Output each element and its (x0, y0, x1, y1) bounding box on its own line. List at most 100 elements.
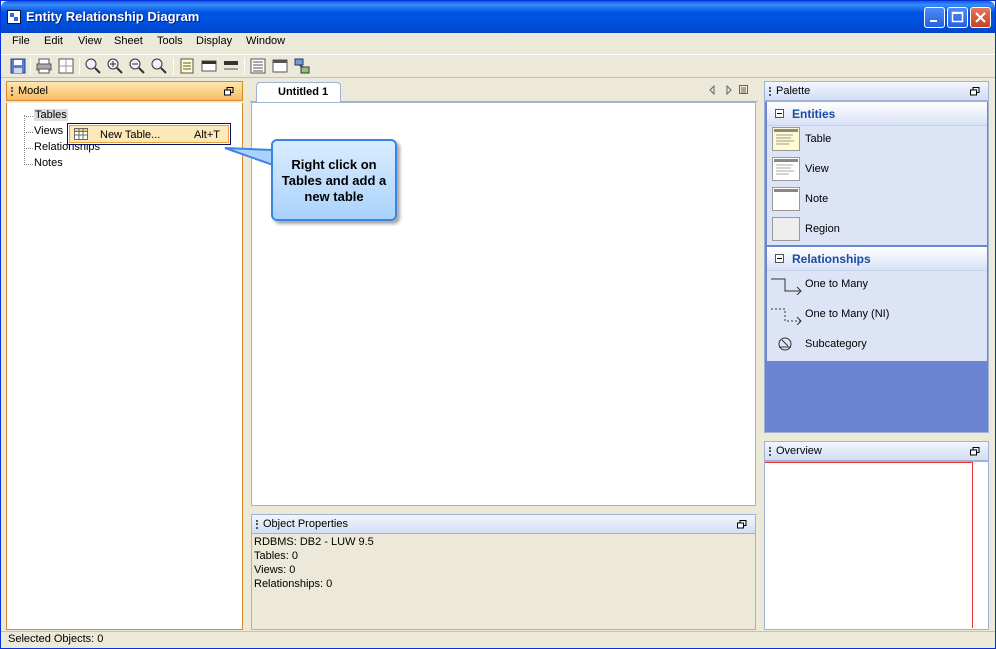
print-icon[interactable] (36, 58, 52, 74)
zoom-in-icon[interactable] (107, 58, 123, 74)
callout-pointer (224, 147, 274, 167)
zoom-actual-icon[interactable] (151, 58, 167, 74)
drag-grip-icon[interactable] (256, 520, 258, 529)
entities-title: Entities (792, 107, 836, 121)
menu-sheet[interactable]: Sheet (114, 35, 143, 47)
view-thumbnail-icon (772, 157, 800, 181)
drag-grip-icon[interactable] (769, 87, 771, 96)
tree-connector (24, 164, 33, 165)
maximize-button[interactable] (947, 7, 968, 28)
drag-grip-icon[interactable] (11, 87, 13, 96)
relationships-title: Relationships (792, 252, 871, 266)
toolbar-separator (173, 58, 174, 75)
status-text: Selected Objects: 0 (8, 633, 104, 645)
palette-item-one-to-many-ni[interactable]: One to Many (NI) (805, 308, 889, 320)
save-icon[interactable] (10, 58, 26, 74)
diagram-icon[interactable] (294, 58, 310, 74)
instruction-callout: Right click on Tables and add a new tabl… (271, 139, 397, 221)
callout-text: Right click on Tables and add a new tabl… (281, 157, 387, 204)
prop-tables: Tables: 0 (254, 550, 299, 562)
overview-title: Overview (776, 445, 822, 457)
maximize-icon (951, 11, 964, 23)
tab-untitled-1[interactable]: Untitled 1 (256, 82, 341, 103)
close-button[interactable] (970, 7, 991, 28)
menu-tools[interactable]: Tools (157, 35, 183, 47)
region-thumbnail-icon (772, 217, 800, 241)
restore-panel-icon[interactable] (224, 87, 234, 96)
palette-item-one-to-many[interactable]: One to Many (805, 278, 868, 290)
app-window: Entity Relationship Diagram File Edit Vi… (0, 0, 996, 649)
restore-panel-icon[interactable] (737, 520, 747, 529)
app-icon (7, 10, 21, 24)
palette-item-table[interactable]: Table (805, 133, 831, 145)
list-icon[interactable] (250, 58, 266, 74)
tree-item-tables[interactable]: Tables (34, 109, 68, 121)
object-properties-header: Object Properties (251, 514, 756, 534)
menu-edit[interactable]: Edit (44, 35, 63, 47)
entities-list (767, 126, 987, 245)
palette-item-subcategory[interactable]: Subcategory (805, 338, 867, 350)
toolbar-separator (79, 58, 80, 75)
object-properties-title: Object Properties (263, 518, 348, 530)
overview-header: Overview (764, 441, 989, 461)
tab-next-icon[interactable] (724, 85, 734, 95)
menu-file[interactable]: File (12, 35, 30, 47)
palette-item-note[interactable]: Note (805, 193, 828, 205)
column-view-icon[interactable] (201, 58, 217, 74)
grid-icon[interactable] (272, 58, 288, 74)
palette-section-entities[interactable]: Entities (767, 102, 987, 126)
tab-label: Untitled 1 (278, 86, 329, 98)
prop-views: Views: 0 (254, 564, 296, 576)
tab-prev-icon[interactable] (707, 85, 717, 95)
toolbar (1, 54, 995, 78)
palette-section-relationships[interactable]: Relationships (767, 247, 987, 271)
collapse-icon[interactable] (775, 254, 784, 263)
drag-grip-icon[interactable] (769, 447, 771, 456)
menu-window[interactable]: Window (246, 35, 285, 47)
one-to-many-ni-icon (771, 308, 802, 325)
restore-panel-icon[interactable] (970, 447, 980, 456)
object-properties-panel: RDBMS: DB2 - LUW 9.5 Tables: 0 Views: 0 … (251, 534, 756, 630)
overview-panel[interactable] (764, 461, 989, 630)
menu-view[interactable]: View (78, 35, 102, 47)
new-table-label: New Table... (100, 129, 161, 141)
new-table-shortcut: Alt+T (194, 129, 220, 141)
close-icon (975, 12, 986, 23)
model-tree-panel (6, 103, 243, 630)
tab-list-icon[interactable] (739, 85, 749, 95)
palette-item-region[interactable]: Region (805, 223, 840, 235)
minimize-button[interactable] (924, 7, 945, 28)
toolbar-separator (30, 58, 31, 75)
collapse-icon[interactable] (775, 109, 784, 118)
restore-panel-icon[interactable] (970, 87, 980, 96)
context-menu: New Table... Alt+T (67, 123, 231, 145)
model-panel-title: Model (18, 85, 48, 97)
subcategory-icon (778, 337, 792, 351)
palette-header: Palette (764, 81, 989, 101)
tree-connector (24, 116, 33, 117)
table-view-icon[interactable] (179, 58, 195, 74)
menu-bar: File Edit View Sheet Tools Display Windo… (1, 33, 995, 53)
minimize-icon (930, 20, 937, 22)
header-view-icon[interactable] (223, 58, 239, 74)
zoom-out-icon[interactable] (129, 58, 145, 74)
table-thumbnail-icon (772, 127, 800, 151)
prop-relationships: Relationships: 0 (254, 578, 333, 590)
overview-viewport[interactable] (765, 462, 973, 628)
palette-item-view[interactable]: View (805, 163, 829, 175)
tree-connector (24, 148, 33, 149)
title-bar[interactable]: Entity Relationship Diagram (1, 1, 995, 33)
one-to-many-icon (771, 278, 802, 295)
toolbar-separator (244, 58, 245, 75)
tree-connector (24, 132, 33, 133)
context-menu-item-new-table[interactable]: New Table... Alt+T (69, 125, 229, 143)
tree-item-views[interactable]: Views (34, 125, 63, 137)
tree-item-notes[interactable]: Notes (34, 157, 63, 169)
page-setup-icon[interactable] (58, 58, 74, 74)
table-icon (74, 128, 88, 140)
menu-display[interactable]: Display (196, 35, 232, 47)
palette-title: Palette (776, 85, 811, 97)
model-panel-header: Model (6, 81, 243, 101)
zoom-fit-icon[interactable] (85, 58, 101, 74)
window-title: Entity Relationship Diagram (26, 9, 200, 24)
